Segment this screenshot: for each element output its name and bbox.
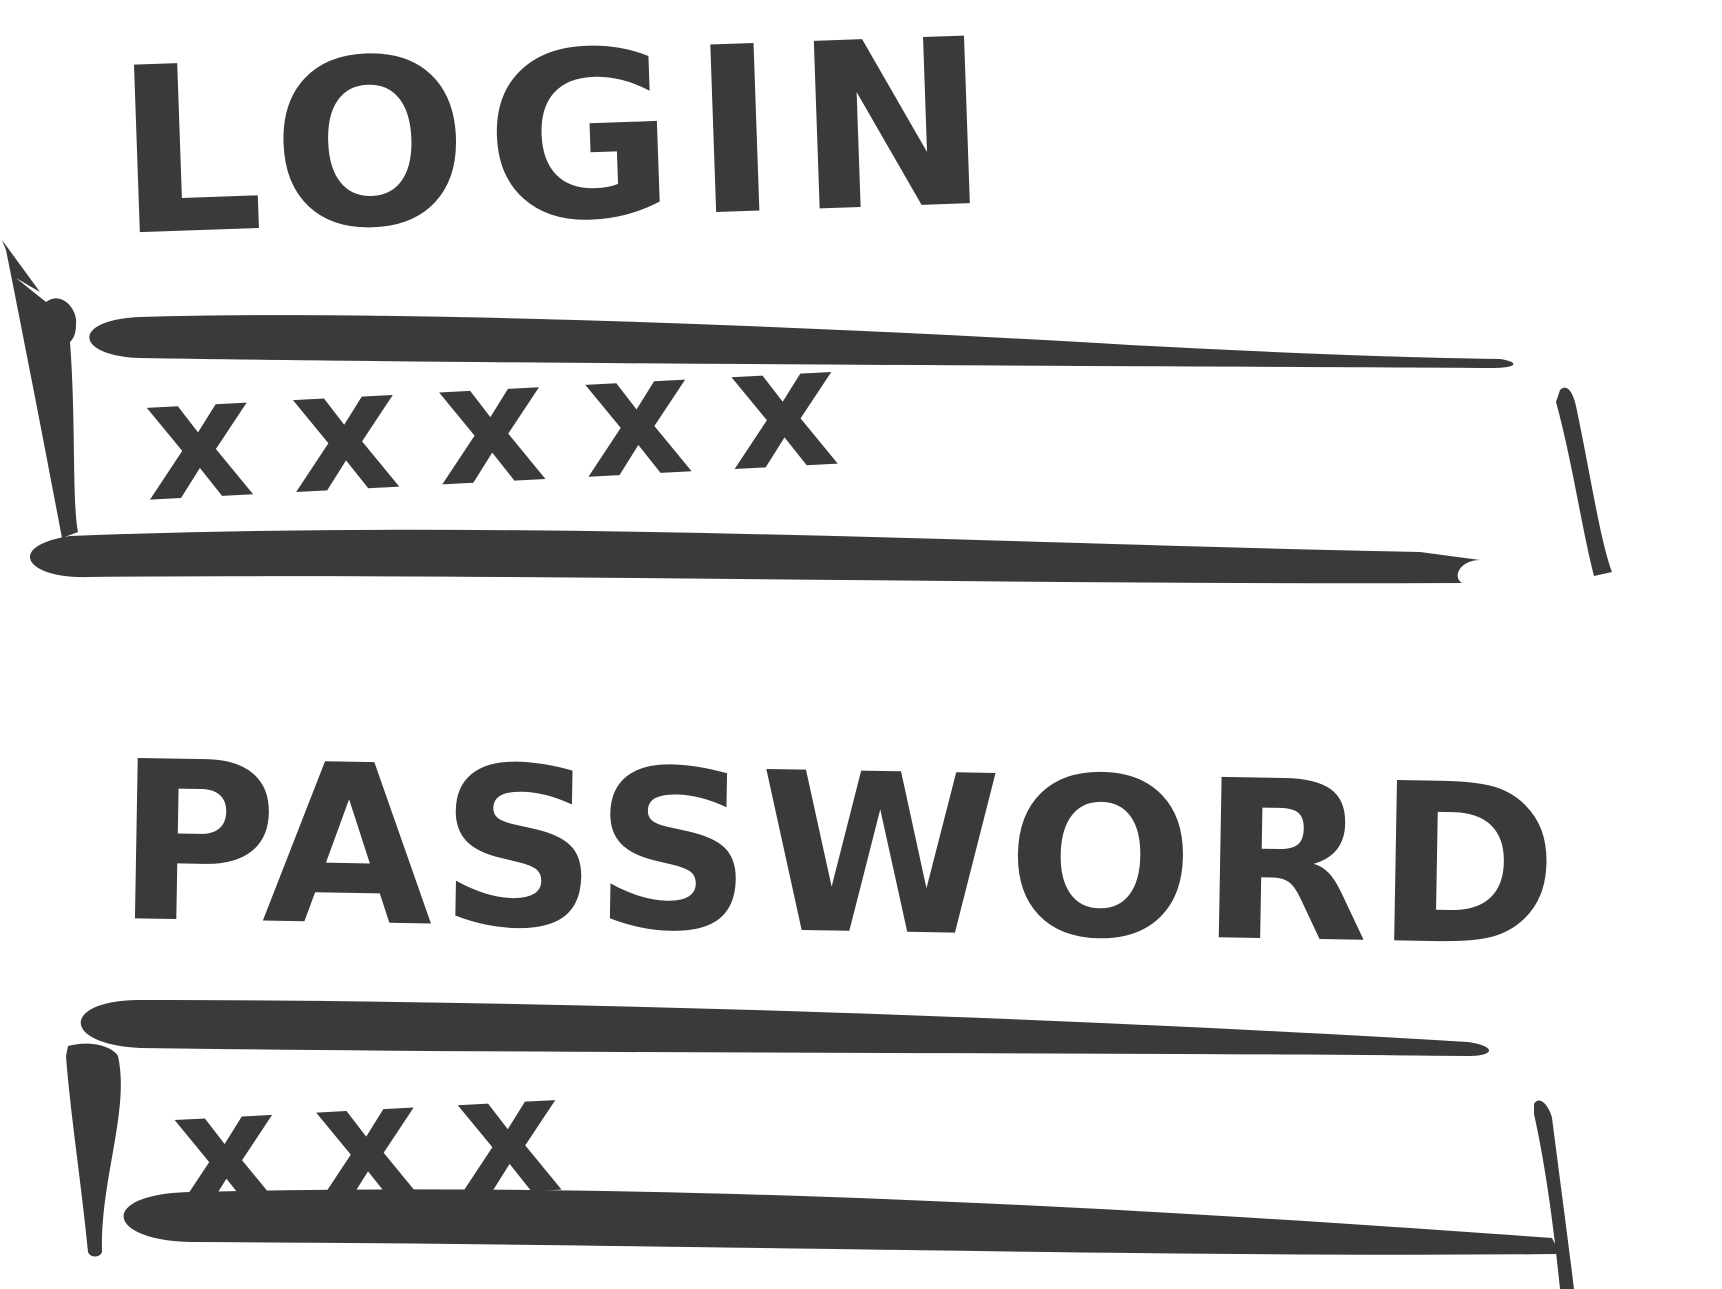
login-input-bottom-stroke bbox=[29, 529, 1480, 584]
login-input-right-stroke bbox=[1556, 387, 1612, 576]
login-input-left-stroke bbox=[2, 240, 78, 538]
login-form: LOGIN xxxxx PASSWORD xxx bbox=[0, 0, 1722, 1289]
password-input-value: xxx bbox=[167, 1035, 603, 1249]
password-input-right-stroke bbox=[1534, 1100, 1574, 1289]
login-input-value: xxxxx bbox=[139, 305, 881, 540]
password-input-top-stroke bbox=[80, 1000, 1489, 1056]
login-input[interactable]: xxxxx bbox=[0, 240, 1620, 640]
password-input[interactable]: xxx bbox=[60, 1000, 1722, 1289]
password-input-left-stroke bbox=[66, 1043, 121, 1257]
login-label: LOGIN bbox=[111, 0, 1011, 288]
password-label: PASSWORD bbox=[113, 714, 1567, 996]
